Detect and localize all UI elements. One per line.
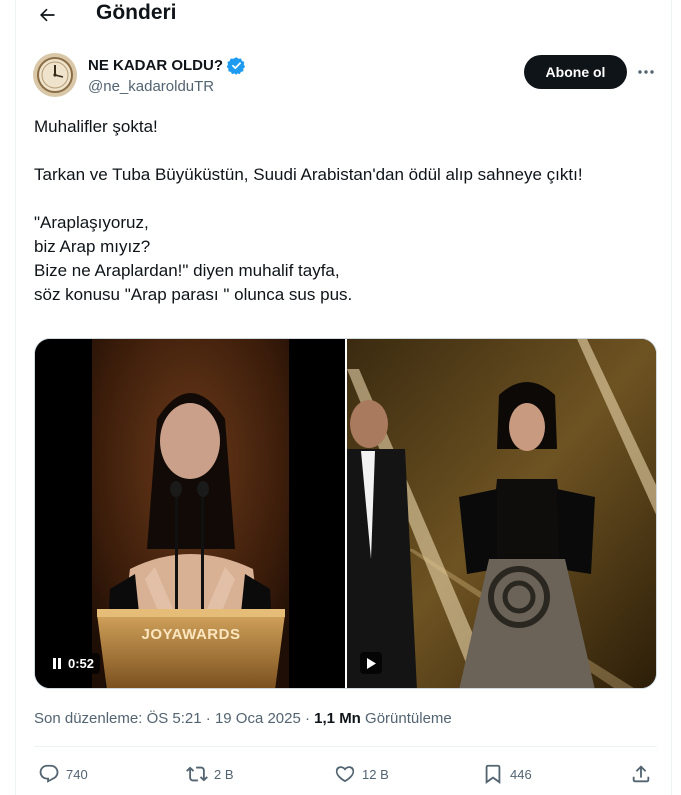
repost-icon bbox=[186, 766, 208, 782]
author-handle[interactable]: @ne_kadarolduTR bbox=[88, 77, 246, 97]
pause-icon bbox=[53, 658, 61, 669]
reply-icon bbox=[39, 764, 59, 783]
bookmark-count: 446 bbox=[510, 766, 532, 782]
tweet-line: biz Arap mıyız? bbox=[34, 237, 151, 256]
verified-badge-icon bbox=[227, 57, 246, 75]
tweet-line: Bize ne Araplardan!" diyen muhalif tayfa… bbox=[34, 261, 340, 280]
more-icon bbox=[638, 70, 654, 74]
share-icon bbox=[632, 765, 650, 783]
bookmark-icon bbox=[485, 764, 501, 784]
follow-button[interactable]: Abone ol bbox=[524, 55, 627, 89]
tweet-line: Muhalifler şokta! bbox=[34, 117, 158, 136]
tweet-text: Muhalifler şokta! Tarkan ve Tuba Büyüküs… bbox=[34, 115, 659, 307]
like-count: 12 B bbox=[362, 766, 389, 782]
action-bar: 740 2 B 12 B 446 bbox=[34, 757, 657, 791]
avatar[interactable] bbox=[33, 53, 77, 97]
page-header: Gönderi bbox=[15, 0, 672, 32]
reply-count: 740 bbox=[66, 766, 88, 782]
tweet-meta: Son düzenleme: ÖS 5:21 · 19 Oca 2025 · 1… bbox=[34, 709, 452, 729]
views-count: 1,1 Mn bbox=[314, 710, 361, 727]
reply-button[interactable]: 740 bbox=[38, 763, 88, 785]
play-icon bbox=[367, 657, 376, 669]
video-1-controls[interactable]: 0:52 bbox=[46, 653, 101, 674]
heart-icon bbox=[335, 766, 355, 783]
views-label: Görüntüleme bbox=[365, 710, 452, 727]
author-display-name[interactable]: NE KADAR OLDU? bbox=[88, 56, 223, 75]
clock-avatar-image bbox=[33, 53, 77, 97]
arrow-left-icon bbox=[40, 8, 55, 22]
page-title: Gönderi bbox=[96, 1, 177, 24]
podium-sign: JOYAWARDS bbox=[141, 626, 241, 643]
repost-count: 2 B bbox=[214, 766, 234, 782]
tweet-line: Tarkan ve Tuba Büyüküstün, Suudi Arabist… bbox=[34, 165, 583, 184]
like-button[interactable]: 12 B bbox=[334, 763, 389, 785]
tweet-line: "Araplaşıyoruz, bbox=[34, 213, 149, 232]
repost-button[interactable]: 2 B bbox=[186, 763, 234, 785]
divider bbox=[34, 746, 657, 747]
video-duration: 0:52 bbox=[68, 656, 95, 671]
video-2-frame bbox=[347, 339, 656, 688]
author-block: NE KADAR OLDU? @ne_kadarolduTR bbox=[88, 56, 246, 97]
back-button[interactable] bbox=[34, 2, 60, 28]
bookmark-button[interactable]: 446 bbox=[482, 763, 532, 785]
video-player-1[interactable]: JOYAWARDS 0:52 bbox=[35, 339, 345, 688]
media-grid: JOYAWARDS 0:52 bbox=[34, 338, 657, 689]
tweet-line: söz konusu "Arap parası " olunca sus pus… bbox=[34, 285, 353, 304]
share-button[interactable] bbox=[630, 763, 652, 785]
video-2-controls[interactable] bbox=[360, 652, 382, 674]
video-player-2[interactable] bbox=[347, 339, 656, 688]
more-options-button[interactable] bbox=[634, 62, 658, 82]
edited-timestamp[interactable]: Son düzenleme: ÖS 5:21 · 19 Oca 2025 · bbox=[34, 710, 310, 727]
